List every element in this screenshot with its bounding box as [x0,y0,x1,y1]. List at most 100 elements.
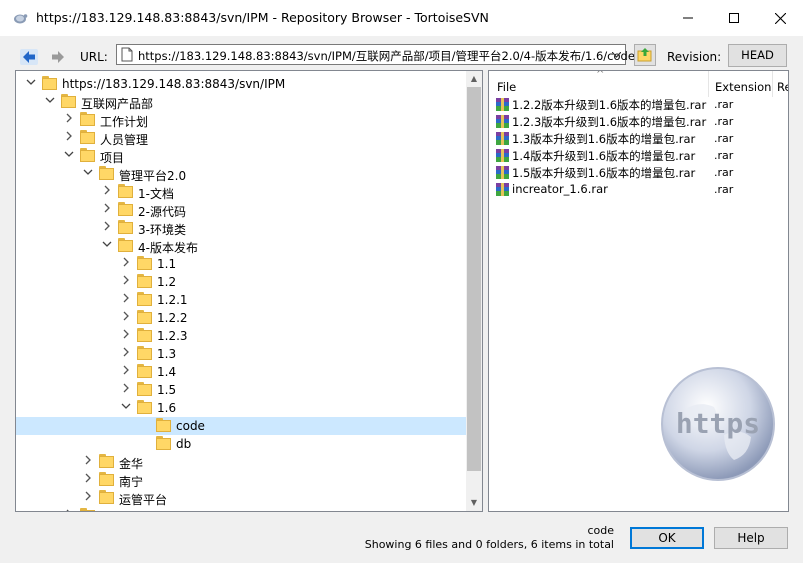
chevron-right-icon[interactable] [81,455,95,469]
back-arrow-icon [20,49,38,65]
chevron-right-icon[interactable] [119,365,133,379]
minimize-icon [683,17,693,19]
tree-item[interactable]: 资源库 [16,507,468,511]
tree-item[interactable]: 人员管理 [16,129,468,147]
chevron-down-icon[interactable] [43,95,57,109]
tree-vertical-scrollbar[interactable]: ▲ ▼ [466,71,482,511]
file-row[interactable]: 1.4版本升级到1.6版本的增量包.rar .rar [495,147,785,164]
tree-item[interactable]: 1.2 [16,273,468,291]
file-row[interactable]: 1.2.3版本升级到1.6版本的增量包.rar .rar [495,113,785,130]
chevron-right-icon[interactable] [119,293,133,307]
tree-item-label: 金华 [119,457,144,471]
chevron-right-icon[interactable] [119,257,133,271]
tree-item[interactable]: 项目 [16,147,468,165]
file-extension: .rar [714,132,734,145]
tree-item[interactable]: 运管平台 [16,489,468,507]
tree-item[interactable]: 1.1 [16,255,468,273]
tree-item-label: 2-源代码 [138,205,186,219]
tree-item[interactable]: 工作计划 [16,111,468,129]
chevron-right-icon[interactable] [81,491,95,505]
tree-item[interactable]: 1.2.3 [16,327,468,345]
file-row[interactable]: 1.3版本升级到1.6版本的增量包.rar .rar [495,130,785,147]
file-name: 1.2.3版本升级到1.6版本的增量包.rar [512,115,707,129]
chevron-down-icon[interactable] [62,149,76,163]
tree-item-label: 4-版本发布 [138,241,198,255]
chevron-down-icon[interactable] [119,401,133,415]
url-value: https://183.129.148.83:8843/svn/IPM/互联网产… [138,49,635,63]
column-header-revision[interactable]: Re [773,71,788,97]
tree-item[interactable]: 1.2.1 [16,291,468,309]
chevron-right-icon[interactable] [100,203,114,217]
scroll-down-icon[interactable]: ▼ [466,495,482,511]
maximize-button[interactable] [711,0,757,36]
chevron-right-icon[interactable] [119,275,133,289]
tree-item[interactable]: 1.5 [16,381,468,399]
tree-item[interactable]: 2-源代码 [16,201,468,219]
folder-icon [80,130,96,145]
tree-item-label: 管理平台2.0 [119,169,187,183]
file-row[interactable]: increator_1.6.rar .rar [495,181,785,198]
help-button[interactable]: Help [714,527,788,549]
tree-item[interactable]: code [16,417,468,435]
tree-item-label: 1.3 [157,347,177,361]
column-header-file[interactable]: File ^ [489,71,709,97]
ok-button[interactable]: OK [630,527,704,549]
chevron-down-icon[interactable] [81,167,95,181]
chevron-right-icon[interactable] [100,221,114,235]
revision-head-button[interactable]: HEAD [728,44,787,67]
chevron-down-icon[interactable] [609,47,623,62]
scroll-up-icon[interactable]: ▲ [466,71,482,87]
tree-item[interactable]: db [16,435,468,453]
watermark-text: https [676,407,760,440]
chevron-right-icon[interactable] [119,329,133,343]
tree-item-label: 1.1 [157,257,177,271]
chevron-right-icon[interactable] [81,473,95,487]
chevron-right-icon[interactable] [119,347,133,361]
chevron-right-icon[interactable] [119,311,133,325]
repository-tree[interactable]: https://183.129.148.83:8843/svn/IPM 互联网产品… [15,70,483,512]
tree-item[interactable]: 1.6 [16,399,468,417]
tree-item[interactable]: 金华 [16,453,468,471]
tree-item-label: 工作计划 [100,115,149,129]
tree-item[interactable]: 管理平台2.0 [16,165,468,183]
column-header-extension[interactable]: Extension [709,71,773,97]
chevron-right-icon[interactable] [62,113,76,127]
folder-icon [156,436,172,451]
chevron-down-icon[interactable] [24,77,38,91]
file-row[interactable]: 1.5版本升级到1.6版本的增量包.rar .rar [495,164,785,181]
file-name: increator_1.6.rar [512,182,608,196]
rar-archive-icon [496,115,509,128]
tree-item[interactable]: 4-版本发布 [16,237,468,255]
folder-icon [99,472,115,487]
maximize-icon [729,13,739,23]
url-combobox[interactable]: https://183.129.148.83:8843/svn/IPM/互联网产… [116,44,635,65]
tree-item[interactable]: 互联网产品部 [16,93,468,111]
tree-item[interactable]: 1.4 [16,363,468,381]
browse-up-button[interactable] [634,44,656,66]
tree-item[interactable]: 南宁 [16,471,468,489]
folder-icon [99,490,115,505]
folder-icon [118,238,134,253]
chevron-right-icon[interactable] [119,383,133,397]
chevron-right-icon[interactable] [100,185,114,199]
tree-item[interactable]: 1.3 [16,345,468,363]
tree-item[interactable]: 1.2.2 [16,309,468,327]
file-list[interactable]: File ^ Extension Re 1.2.2版本升级到1.6版本的增量包.… [488,70,789,512]
tree-item-label: 人员管理 [100,133,149,147]
file-name: 1.3版本升级到1.6版本的增量包.rar [512,132,696,146]
close-window-button[interactable] [757,0,803,36]
file-row[interactable]: 1.2.2版本升级到1.6版本的增量包.rar .rar [495,96,785,113]
chevron-right-icon[interactable] [62,509,76,511]
forward-button[interactable] [47,46,69,68]
title-bar: https://183.129.148.83:8843/svn/IPM - Re… [0,0,803,36]
tree-item-label: 1.4 [157,365,177,379]
chevron-down-icon[interactable] [100,239,114,253]
tree-item[interactable]: https://183.129.148.83:8843/svn/IPM [16,75,468,93]
tree-item[interactable]: 1-文档 [16,183,468,201]
minimize-button[interactable] [665,0,711,36]
chevron-right-icon[interactable] [62,131,76,145]
scrollbar-thumb[interactable] [467,87,481,471]
folder-icon [80,112,96,127]
tree-item[interactable]: 3-环境类 [16,219,468,237]
back-button[interactable] [18,46,40,68]
